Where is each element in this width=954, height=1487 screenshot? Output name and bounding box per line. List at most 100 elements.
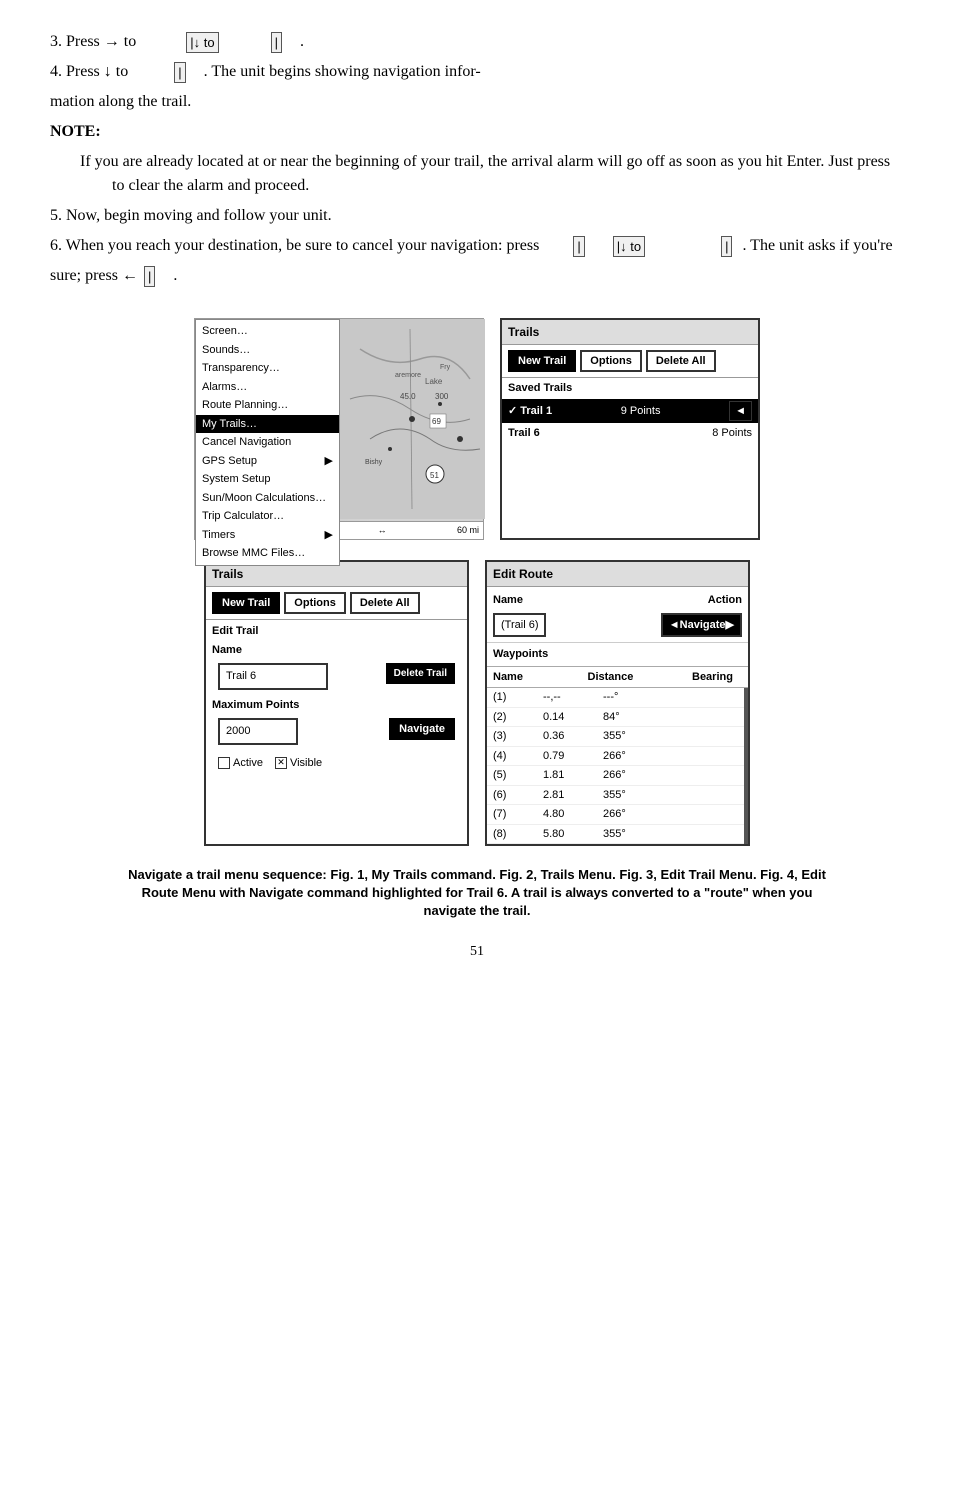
menu-browse-mmc[interactable]: Browse MMC Files… (196, 544, 339, 563)
fig2-trail1-name: ✓ Trail 1 (508, 403, 552, 420)
wp-row-6[interactable]: (6) 2.81 355° (487, 786, 744, 806)
fig1-menu: Screen… Sounds… Transparency… Alarms… Ro… (195, 319, 340, 566)
wp-row-5[interactable]: (5) 1.81 266° (487, 766, 744, 786)
fig3-name-label: Name (212, 642, 461, 659)
wp-row-3[interactable]: (3) 0.36 355° (487, 727, 744, 747)
menu-gps-setup[interactable]: GPS Setup ▶ (196, 452, 339, 471)
fig2-trail1-row[interactable]: ✓ Trail 1 9 Points ◄ (502, 399, 758, 424)
wp6-name: (6) (493, 787, 543, 804)
menu-transparency[interactable]: Transparency… (196, 359, 339, 378)
wp8-dist: 5.80 (543, 826, 603, 843)
menu-screen[interactable]: Screen… (196, 322, 339, 341)
menu-timers[interactable]: Timers ▶ (196, 526, 339, 545)
fig3-max-points-label: Maximum Points (212, 697, 461, 714)
fig1-map-menu: Screen… Sounds… Transparency… Alarms… Ro… (194, 318, 484, 540)
wp2-bearing: 84° (603, 709, 653, 726)
fig4-trail-action-row: (Trail 6) ◄ Navigate ▶ (493, 611, 742, 640)
wp3-name: (3) (493, 728, 543, 745)
note-text: If you are already located at or near th… (80, 150, 904, 198)
menu-system-setup[interactable]: System Setup (196, 470, 339, 489)
wp1-dist: --,-- (543, 689, 603, 706)
figures-row-1: Screen… Sounds… Transparency… Alarms… Ro… (50, 318, 904, 540)
svg-text:69: 69 (432, 417, 441, 426)
fig2-trail6-points: 8 Points (712, 425, 752, 442)
fig4-action-right-arrow: ▶ (726, 617, 734, 634)
wp5-bearing: 266° (603, 767, 653, 784)
step3-number: 3. Press → to (50, 33, 136, 50)
step6-key3: | (721, 236, 732, 258)
fig3-visible-cb-box: ✕ (275, 757, 287, 769)
fig4-waypoints-label: Waypoints (487, 643, 748, 667)
fig2-delete-all-btn[interactable]: Delete All (646, 350, 716, 372)
wp7-dist: 4.80 (543, 806, 603, 823)
wp-row-7[interactable]: (7) 4.80 266° (487, 805, 744, 825)
fig2-saved-trails-label: Saved Trails (502, 378, 758, 399)
wp2-name: (2) (493, 709, 543, 726)
wp-row-8[interactable]: (8) 5.80 355° (487, 825, 744, 845)
menu-route-planning[interactable]: Route Planning… (196, 396, 339, 415)
fig4-title: Edit Route (487, 562, 748, 587)
fig4-col-name: Name (493, 669, 543, 686)
step6: 6. When you reach your destination, be s… (50, 234, 904, 258)
fig3-max-points-field[interactable]: 2000 (218, 718, 298, 745)
wp-row-4[interactable]: (4) 0.79 266° (487, 747, 744, 767)
fig4-action-value: Navigate (680, 617, 726, 634)
fig2-button-row: New Trail Options Delete All (502, 345, 758, 378)
menu-cancel-nav[interactable]: Cancel Navigation (196, 433, 339, 452)
step4: 4. Press ↓ to | . The unit begins showin… (50, 60, 904, 84)
fig2-trail1-arrow[interactable]: ◄ (729, 401, 752, 422)
menu-trip-calc[interactable]: Trip Calculator… (196, 507, 339, 526)
step3-key2: | (271, 32, 282, 54)
wp6-bearing: 355° (603, 787, 653, 804)
fig3-active-checkbox[interactable]: Active (218, 755, 263, 772)
step6-key2: |↓ to (613, 236, 645, 258)
wp-row-1[interactable]: (1) --,-- ---° (487, 688, 744, 708)
figures-row-2: Trails New Trail Options Delete All Edit… (50, 560, 904, 846)
wp3-bearing: 355° (603, 728, 653, 745)
wp1-bearing: ---° (603, 689, 653, 706)
fig3-name-field[interactable]: Trail 6 (218, 663, 328, 690)
fig4-name-action-headers: Name Action (493, 590, 742, 611)
fig4-name-header: Name (493, 592, 523, 609)
fig3-delete-all-btn[interactable]: Delete All (350, 592, 420, 614)
fig3-button-row: New Trail Options Delete All (206, 587, 467, 620)
step6-line2: sure; press ← | . (50, 264, 904, 288)
wp5-dist: 1.81 (543, 767, 603, 784)
svg-text:300: 300 (435, 392, 449, 401)
fig3-navigate-btn[interactable]: Navigate (389, 718, 455, 740)
fig3-options-btn[interactable]: Options (284, 592, 346, 614)
wp7-name: (7) (493, 806, 543, 823)
figure-caption: Navigate a trail menu sequence: Fig. 1, … (127, 866, 827, 921)
fig3-delete-trail-btn[interactable]: Delete Trail (386, 663, 455, 684)
fig2-trails-menu: Trails New Trail Options Delete All Save… (500, 318, 760, 540)
fig4-action-select[interactable]: ◄ Navigate ▶ (661, 613, 742, 638)
wp5-name: (5) (493, 767, 543, 784)
step6-key1: | (573, 236, 584, 258)
menu-sounds[interactable]: Sounds… (196, 341, 339, 360)
fig4-col-distance: Distance (588, 669, 648, 686)
fig2-options-btn[interactable]: Options (580, 350, 642, 372)
note-label: NOTE: (50, 120, 904, 144)
wp4-name: (4) (493, 748, 543, 765)
svg-text:Lake: Lake (425, 377, 443, 386)
fig4-column-headers: Name Distance Bearing (487, 667, 748, 689)
wp2-dist: 0.14 (543, 709, 603, 726)
fig4-trail-name[interactable]: (Trail 6) (493, 613, 546, 638)
menu-alarms[interactable]: Alarms… (196, 378, 339, 397)
fig2-new-trail-btn[interactable]: New Trail (508, 350, 576, 372)
fig3-visible-checkbox[interactable]: ✕ Visible (275, 755, 322, 772)
fig2-trail6-row[interactable]: Trail 6 8 Points (502, 423, 758, 444)
fig3-active-cb-box (218, 757, 230, 769)
svg-text:51: 51 (430, 471, 439, 480)
fig3-title: Trails (206, 562, 467, 587)
menu-sun-moon[interactable]: Sun/Moon Calculations… (196, 489, 339, 508)
wp4-dist: 0.79 (543, 748, 603, 765)
step4-key1: | (174, 62, 185, 84)
wp8-bearing: 355° (603, 826, 653, 843)
wp-row-2[interactable]: (2) 0.14 84° (487, 708, 744, 728)
fig3-new-trail-btn[interactable]: New Trail (212, 592, 280, 614)
fig2-title: Trails (502, 320, 758, 345)
step3-key1: |↓ to (186, 32, 218, 54)
menu-my-trails[interactable]: My Trails… (196, 415, 339, 434)
page-number: 51 (50, 941, 904, 962)
